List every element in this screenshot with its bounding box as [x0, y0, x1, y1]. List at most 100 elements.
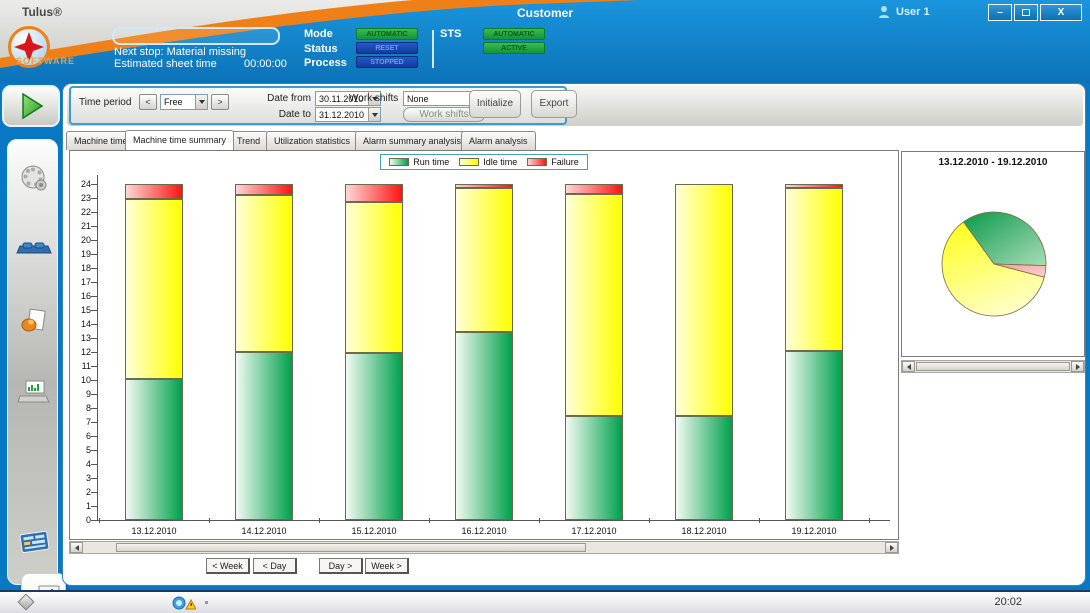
scrollbar-thumb[interactable]	[916, 362, 1070, 371]
y-tick-label: 21	[73, 221, 91, 231]
legend-label: Failure	[551, 157, 579, 167]
sidebar-item-machine-reports[interactable]	[8, 372, 59, 412]
y-tick-label: 17	[73, 277, 91, 287]
start-button[interactable]	[2, 85, 60, 127]
machine-bed-icon	[16, 240, 52, 260]
x-category-label: 14.12.2010	[209, 526, 319, 536]
utilization-pie-chart	[934, 204, 1054, 324]
sidebar	[7, 139, 58, 585]
y-tick	[91, 268, 97, 269]
legend-item: Run time	[389, 157, 449, 167]
scroll-right-icon[interactable]	[1071, 361, 1084, 372]
y-tick	[91, 184, 97, 185]
legend-label: Run time	[413, 157, 449, 167]
sts-state-badge: ACTIVE	[483, 42, 545, 54]
process-status-badge: STOPPED	[356, 56, 418, 68]
next-day-button[interactable]: Day >	[319, 558, 363, 574]
bar-segment-failure	[235, 184, 293, 195]
scroll-left-icon[interactable]	[70, 542, 83, 553]
bar-segment-run-time	[125, 379, 183, 520]
x-tick	[539, 518, 540, 523]
scroll-left-icon[interactable]	[902, 361, 915, 372]
pie-date-range-title: 13.12.2010 - 19.12.2010	[902, 157, 1084, 168]
sidebar-item-programs[interactable]	[8, 302, 59, 342]
y-tick-label: 1	[73, 501, 91, 511]
bar-segment-run-time	[345, 353, 403, 520]
user-icon	[878, 5, 890, 19]
x-category-label: 17.12.2010	[539, 526, 649, 536]
scrollbar-thumb[interactable]	[116, 543, 586, 552]
export-button[interactable]: Export	[531, 90, 577, 118]
close-button[interactable]: X	[1040, 4, 1082, 21]
legend-item: Idle time	[459, 157, 517, 167]
prev-week-button[interactable]: < Week	[206, 558, 250, 574]
sidebar-item-tooling[interactable]	[8, 158, 59, 198]
maximize-button[interactable]	[1014, 4, 1038, 21]
x-axis	[97, 520, 890, 521]
bar-segment-idle-time	[235, 195, 293, 352]
mode-status-badge: AUTOMATIC	[356, 28, 418, 40]
main-panel: Time period < Free > Date from 30.11.201…	[62, 83, 1086, 586]
tab-machine-time-summary[interactable]: Machine time summary	[125, 130, 234, 150]
hand-sheet-icon	[19, 307, 49, 337]
tab-alarm-summary-analysis[interactable]: Alarm summary analysis	[355, 131, 469, 150]
time-period-select[interactable]: Free	[160, 94, 208, 110]
estimated-sheet-time-label: Estimated sheet time	[114, 58, 217, 70]
initialize-button[interactable]: Initialize	[469, 90, 521, 118]
y-tick-label: 15	[73, 305, 91, 315]
time-period-prev-button[interactable]: <	[139, 94, 157, 110]
scroll-right-icon[interactable]	[885, 542, 898, 553]
y-axis	[97, 175, 98, 521]
bar-segment-failure	[565, 184, 623, 194]
bar-segment-idle-time	[565, 194, 623, 417]
y-tick-label: 14	[73, 319, 91, 329]
minimize-icon: –	[997, 7, 1003, 18]
x-tick	[649, 518, 650, 523]
tab-utilization-statistics[interactable]: Utilization statistics	[266, 131, 358, 150]
taskbar-app-alert-icon[interactable]	[172, 595, 196, 611]
x-category-label: 13.12.2010	[99, 526, 209, 536]
bar-segment-run-time	[455, 332, 513, 520]
program-name-input[interactable]	[112, 27, 280, 45]
y-tick	[91, 422, 97, 423]
turret-gear-icon	[19, 163, 49, 193]
date-to-select[interactable]: 31.12.2010	[315, 107, 381, 122]
y-tick-label: 5	[73, 445, 91, 455]
x-category-label: 16.12.2010	[429, 526, 539, 536]
maximize-icon	[1022, 9, 1030, 16]
sidebar-item-schedule[interactable]	[8, 522, 59, 562]
y-tick-label: 2	[73, 487, 91, 497]
y-tick	[91, 352, 97, 353]
taskbar-diamond-icon[interactable]	[18, 594, 35, 611]
legend-swatch-icon	[389, 158, 409, 166]
legend-swatch-icon	[527, 158, 547, 166]
status-label: Status	[304, 43, 338, 55]
taskbar: 20:02	[0, 590, 1090, 613]
y-tick	[91, 212, 97, 213]
y-tick-label: 6	[73, 431, 91, 441]
taskbar-dot-icon	[205, 601, 208, 604]
bar-segment-run-time	[675, 416, 733, 520]
bar-segment-failure	[125, 184, 183, 199]
y-tick-label: 24	[73, 179, 91, 189]
chart-horizontal-scrollbar[interactable]	[69, 541, 899, 554]
y-tick	[91, 408, 97, 409]
y-tick	[91, 436, 97, 437]
tab-trend[interactable]: Trend	[229, 131, 268, 150]
x-tick	[319, 518, 320, 523]
dropdown-arrow-icon[interactable]	[195, 95, 207, 109]
y-tick-label: 16	[73, 291, 91, 301]
dropdown-arrow-icon[interactable]	[368, 108, 380, 121]
legend-swatch-icon	[459, 158, 479, 166]
sidebar-item-machine-bed[interactable]	[8, 230, 59, 270]
minimize-button[interactable]: –	[988, 4, 1012, 21]
user-badge[interactable]: User 1	[878, 5, 930, 19]
tab-alarm-analysis[interactable]: Alarm analysis	[461, 131, 536, 150]
x-tick	[99, 518, 100, 523]
y-tick-label: 23	[73, 193, 91, 203]
estimated-sheet-time-value: 00:00:00	[244, 58, 287, 70]
pie-horizontal-scrollbar[interactable]	[901, 360, 1085, 373]
next-week-button[interactable]: Week >	[365, 558, 409, 574]
schedule-icon	[16, 529, 52, 555]
prev-day-button[interactable]: < Day	[253, 558, 297, 574]
